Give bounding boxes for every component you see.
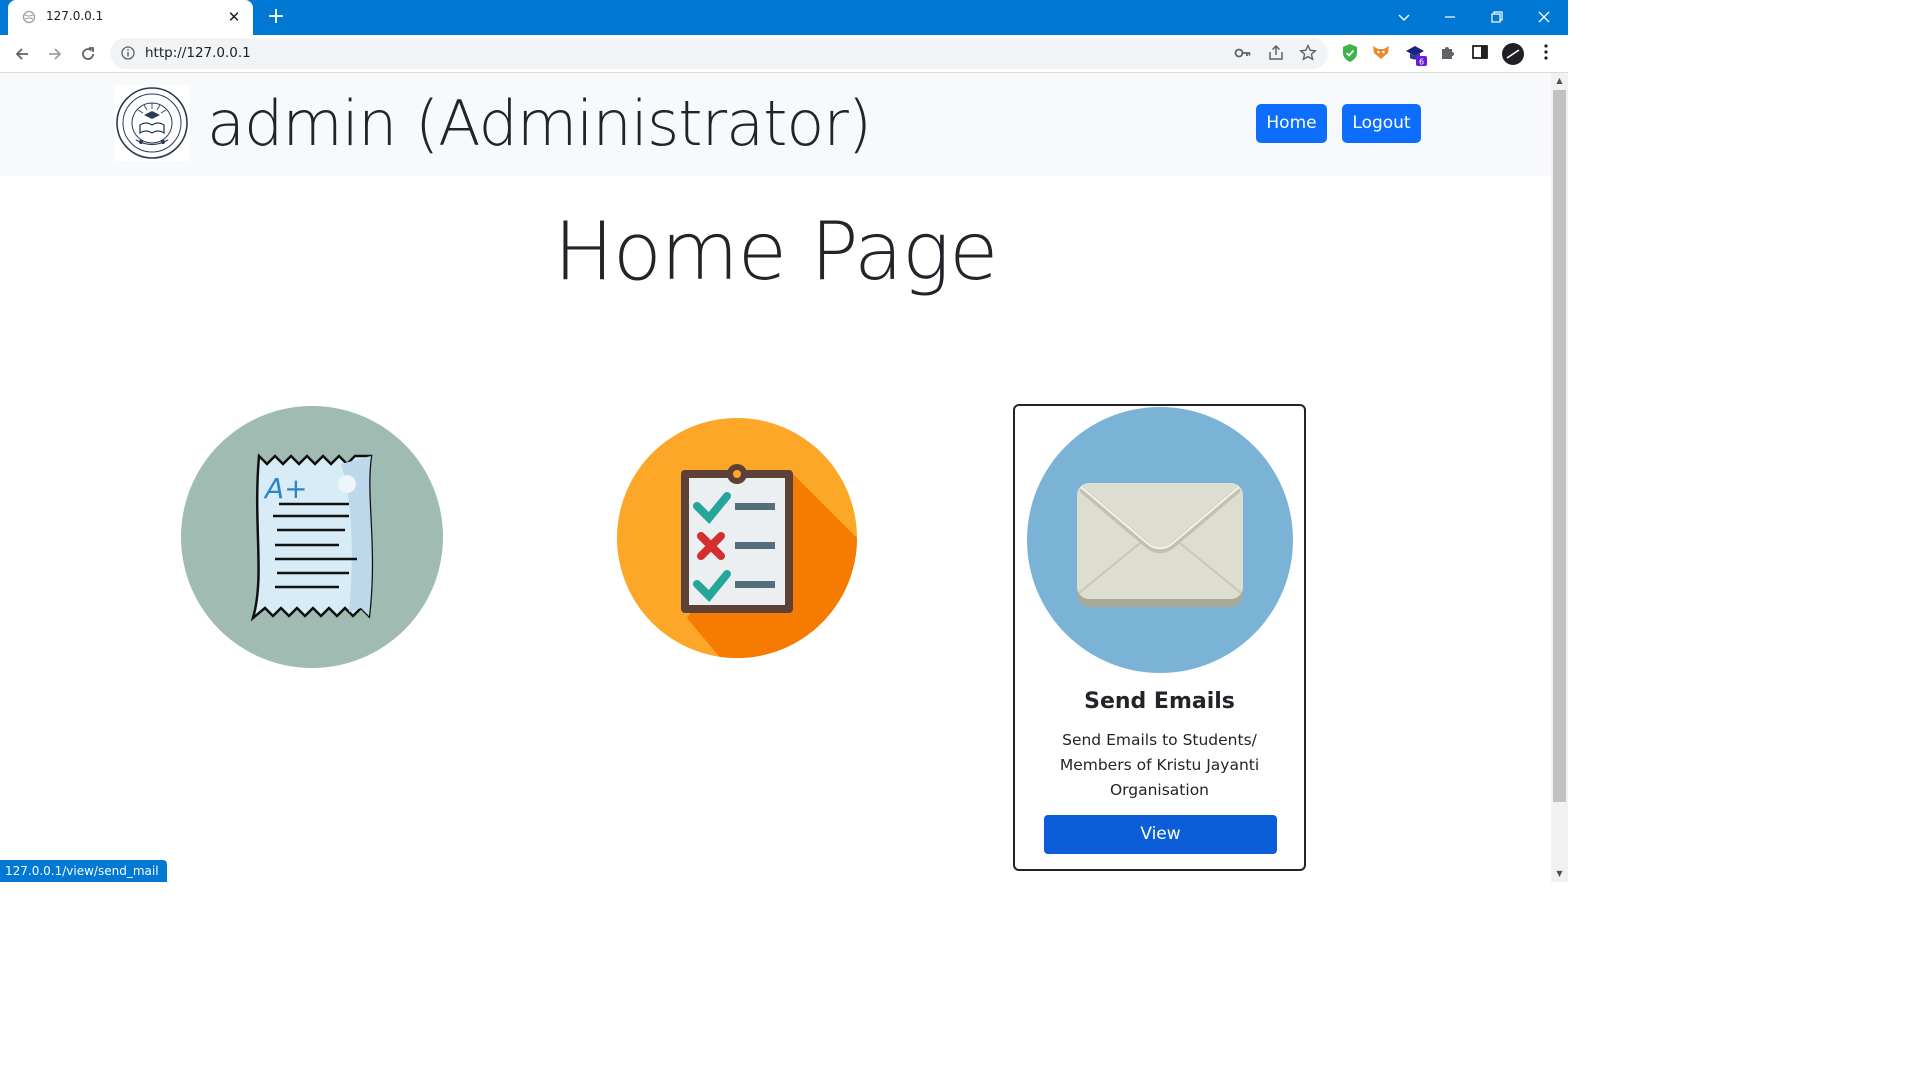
site-navbar: admin (Administrator) Home Logout: [0, 73, 1551, 176]
tab-title: 127.0.0.1: [46, 9, 104, 23]
send-emails-card: Send Emails Send Emails to Students/ Mem…: [1013, 404, 1306, 871]
browser-menu-icon[interactable]: [1535, 43, 1557, 65]
browser-tab-strip: 127.0.0.1 ✕ +: [0, 0, 1568, 35]
card-description: Send Emails to Students/ Members of Kris…: [1059, 731, 1260, 799]
logout-button[interactable]: Logout: [1342, 104, 1421, 143]
tab-search-icon[interactable]: [1384, 2, 1424, 32]
scroll-up-arrow-icon[interactable]: ▲: [1551, 73, 1568, 89]
key-icon[interactable]: [1233, 44, 1253, 64]
minimize-icon[interactable]: [1430, 2, 1470, 32]
home-button[interactable]: Home: [1256, 104, 1327, 143]
profile-avatar-icon[interactable]: [1502, 43, 1524, 65]
shield-extension-icon[interactable]: [1339, 43, 1361, 65]
graduation-cap-extension-icon[interactable]: 6: [1404, 43, 1430, 67]
url-text: http://127.0.0.1: [145, 45, 251, 61]
page-title: Home Page: [553, 205, 999, 298]
back-arrow-icon[interactable]: [6, 38, 38, 70]
page-scrollbar[interactable]: ▲ ▼: [1551, 73, 1568, 882]
scroll-thumb[interactable]: [1553, 90, 1566, 802]
brand-title: admin (Administrator): [207, 87, 872, 160]
browser-toolbar: http://127.0.0.1: [0, 35, 1568, 73]
page-viewport: admin (Administrator) Home Logout Home P…: [0, 73, 1551, 882]
restore-icon[interactable]: [1477, 2, 1517, 32]
link-status-bar: 127.0.0.1/view/send_mail: [0, 860, 167, 882]
clipboard-checklist-icon[interactable]: [617, 418, 857, 662]
extension-badge: 6: [1419, 58, 1424, 67]
view-send-mail-button[interactable]: View: [1044, 815, 1277, 854]
address-bar[interactable]: http://127.0.0.1: [110, 38, 1328, 69]
card-title: Send Emails: [1084, 689, 1235, 714]
scroll-down-arrow-icon[interactable]: ▼: [1551, 866, 1568, 882]
close-window-icon[interactable]: [1524, 2, 1564, 32]
college-logo: [114, 85, 190, 161]
browser-tab[interactable]: 127.0.0.1 ✕: [8, 0, 253, 35]
site-info-icon[interactable]: [121, 46, 135, 60]
reload-icon[interactable]: [72, 38, 104, 70]
share-icon[interactable]: [1266, 44, 1286, 64]
bookmark-star-icon[interactable]: [1298, 43, 1318, 64]
side-panel-icon[interactable]: [1469, 43, 1491, 65]
report-card-icon[interactable]: A+: [181, 406, 443, 672]
fox-extension-icon[interactable]: [1370, 43, 1392, 65]
puzzle-extensions-icon[interactable]: [1437, 43, 1459, 65]
tab-close-icon[interactable]: ✕: [223, 6, 245, 28]
globe-favicon-icon: [22, 10, 36, 24]
envelope-icon: [1027, 407, 1293, 677]
new-tab-button[interactable]: +: [262, 4, 290, 32]
forward-arrow-icon[interactable]: [39, 38, 71, 70]
svg-text:A+: A+: [263, 472, 308, 505]
